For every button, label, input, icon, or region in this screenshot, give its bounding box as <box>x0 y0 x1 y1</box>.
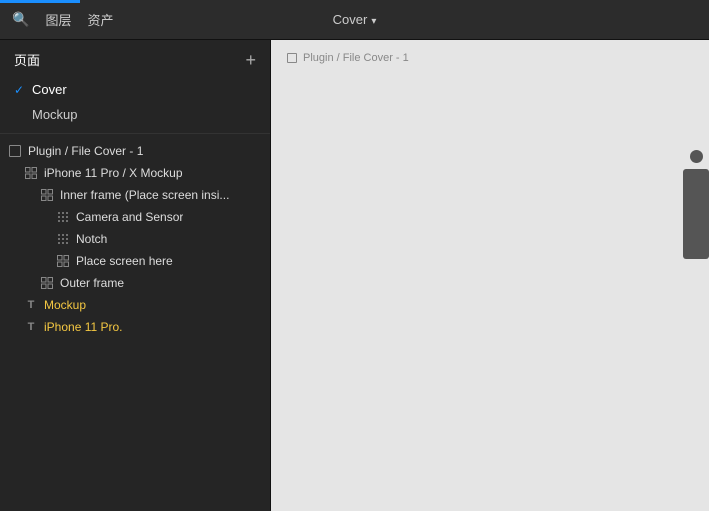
layer-iphone-text[interactable]: T iPhone 11 Pro. <box>0 316 270 338</box>
page-label-cover: Cover <box>32 82 67 97</box>
nav-layers[interactable]: 图层 <box>45 10 71 29</box>
dots-grid-icon-2 <box>56 232 70 246</box>
phone-body <box>683 169 709 259</box>
add-page-button[interactable]: + <box>245 51 256 69</box>
layer-label: Place screen here <box>76 254 173 268</box>
layer-label: Plugin / File Cover - 1 <box>28 144 143 158</box>
layer-mockup-text[interactable]: T Mockup <box>0 294 270 316</box>
canvas[interactable]: Plugin / File Cover - 1 <box>271 40 709 511</box>
canvas-title: Plugin / File Cover - 1 <box>303 52 409 64</box>
page-label-mockup: Mockup <box>32 107 78 122</box>
sidebar: 页面 + ✓ Cover ✓ Mockup Plugin / File Cove… <box>0 40 271 511</box>
layer-label: Notch <box>76 232 107 246</box>
page-item-cover[interactable]: ✓ Cover <box>0 77 270 102</box>
text-icon: T <box>24 298 38 312</box>
main-layout: 页面 + ✓ Cover ✓ Mockup Plugin / File Cove… <box>0 40 709 511</box>
layer-inner-frame[interactable]: Inner frame (Place screen insi... <box>0 184 270 206</box>
layer-outer-frame[interactable]: Outer frame <box>0 272 270 294</box>
component-grid-icon <box>40 188 54 202</box>
component-grid-icon-2 <box>56 254 70 268</box>
layer-notch[interactable]: Notch <box>0 228 270 250</box>
phone-circle <box>690 150 703 163</box>
layer-label: iPhone 11 Pro. <box>44 320 123 334</box>
pages-title: 页面 <box>14 50 40 69</box>
layer-label: Inner frame (Place screen insi... <box>60 188 229 202</box>
phone-mockup-partial <box>683 150 709 259</box>
frame-icon <box>8 144 22 158</box>
check-icon: ✓ <box>14 83 24 97</box>
top-bar-left: 🔍 图层 资产 <box>12 10 113 29</box>
layer-label: Outer frame <box>60 276 124 290</box>
sidebar-divider <box>0 133 270 134</box>
check-icon-empty: ✓ <box>14 108 24 122</box>
layer-label: Mockup <box>44 298 86 312</box>
component-grid-icon-3 <box>40 276 54 290</box>
search-icon[interactable]: 🔍 <box>12 11 29 28</box>
text-icon-2: T <box>24 320 38 334</box>
layer-label: Camera and Sensor <box>76 210 183 224</box>
component-grid-icon <box>24 166 38 180</box>
progress-bar <box>0 0 80 3</box>
layer-iphone-mockup[interactable]: iPhone 11 Pro / X Mockup <box>0 162 270 184</box>
layer-camera-sensor[interactable]: Camera and Sensor <box>0 206 270 228</box>
layer-plugin-file-cover[interactable]: Plugin / File Cover - 1 <box>0 140 270 162</box>
nav-assets[interactable]: 资产 <box>87 10 113 29</box>
page-item-mockup[interactable]: ✓ Mockup <box>0 102 270 127</box>
canvas-label: Plugin / File Cover - 1 <box>287 52 409 64</box>
canvas-frame-icon <box>287 53 297 63</box>
pages-header: 页面 + <box>0 40 270 77</box>
layer-label: iPhone 11 Pro / X Mockup <box>44 166 183 180</box>
document-title[interactable]: Cover▾ <box>333 12 377 27</box>
layer-place-screen[interactable]: Place screen here <box>0 250 270 272</box>
top-bar: 🔍 图层 资产 Cover▾ <box>0 0 709 40</box>
dots-grid-icon <box>56 210 70 224</box>
